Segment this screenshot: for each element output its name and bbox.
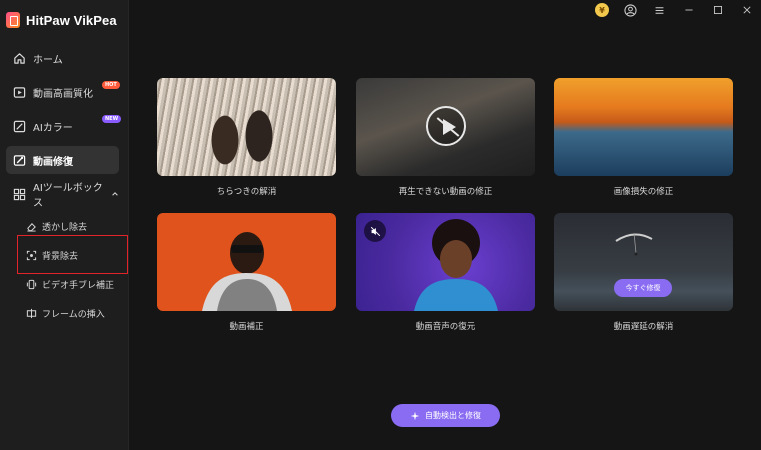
minimize-icon	[685, 9, 693, 11]
card-image-loss-fix[interactable]: 画像損失の修正	[554, 78, 733, 197]
fix-now-button[interactable]: 今すぐ修復	[614, 279, 672, 297]
sparkle-icon	[410, 411, 420, 420]
sidebar-item-video-repair[interactable]: 動画修復	[6, 146, 119, 174]
minimize-button[interactable]	[682, 3, 696, 17]
sidebar-item-home[interactable]: ホーム	[6, 44, 119, 72]
sidebar-item-label: AIツールボックス	[33, 183, 103, 209]
user-icon	[623, 3, 637, 17]
card-thumbnail	[356, 213, 535, 311]
chevron-up-icon	[112, 192, 118, 196]
maximize-button[interactable]	[711, 3, 725, 17]
card-thumbnail	[157, 78, 336, 176]
sidebar-subitem-label: ビデオ手ブレ補正	[42, 280, 115, 291]
sidebar-item-video-enhance[interactable]: 動画高画質化 HOT	[6, 78, 120, 106]
video-repair-icon	[13, 154, 26, 166]
coin-icon[interactable]: ¥	[595, 3, 609, 17]
menu-icon	[655, 6, 663, 14]
card-video-correction[interactable]: 動画補正	[157, 213, 336, 332]
card-thumbnail	[554, 78, 733, 176]
ai-toolbox-icon	[13, 188, 26, 200]
sidebar-item-label: ホーム	[33, 54, 63, 66]
card-thumbnail	[356, 78, 535, 176]
card-label: 動画音声の復元	[415, 322, 476, 332]
ai-color-icon	[13, 120, 26, 132]
card-flicker-removal[interactable]: ちらつきの解消	[157, 78, 336, 197]
sidebar-subitem-watermark-remove[interactable]: 透かし除去	[26, 215, 87, 237]
hot-badge: HOT	[102, 81, 120, 89]
close-icon	[743, 6, 751, 14]
mute-icon	[364, 220, 386, 242]
sidebar-subitem-label: フレームの挿入	[42, 309, 105, 320]
app-logo-icon	[6, 12, 20, 28]
card-video-lag-fix[interactable]: 今すぐ修復 動画遅延の解消	[554, 213, 733, 332]
frame-insert-icon	[26, 308, 37, 318]
card-label: ちらつきの解消	[216, 187, 277, 197]
close-button[interactable]	[740, 3, 754, 17]
new-badge: NEW	[102, 115, 122, 123]
stabilize-icon	[26, 279, 37, 289]
app-name: HitPaw VikPea	[26, 12, 117, 28]
brand: HitPaw VikPea	[6, 10, 117, 30]
card-thumbnail	[157, 213, 336, 311]
sidebar-item-ai-color[interactable]: AIカラー NEW	[6, 112, 122, 140]
sidebar-item-label: 動画高画質化	[33, 88, 93, 100]
card-label: 再生できない動画の修正	[398, 187, 493, 197]
highlight-box	[17, 235, 128, 274]
card-label: 動画遅延の解消	[613, 322, 674, 332]
sidebar-item-label: 動画修復	[33, 156, 73, 168]
sidebar: HitPaw VikPea ホーム 動画高画質化 HOT AIカラー NEW 動…	[0, 0, 129, 450]
card-audio-restore[interactable]: 動画音声の復元	[356, 213, 535, 332]
auto-detect-repair-label: 自動検出と修復	[425, 411, 481, 420]
sidebar-item-label: AIカラー	[33, 122, 73, 134]
coin-symbol: ¥	[599, 5, 605, 15]
person-illustration	[202, 232, 292, 311]
card-unplayable-video-fix[interactable]: 再生できない動画の修正	[356, 78, 535, 197]
card-thumbnail: 今すぐ修復	[554, 213, 733, 311]
sidebar-item-ai-toolbox[interactable]: AIツールボックス	[6, 180, 119, 209]
account-icon[interactable]	[623, 3, 637, 17]
maximize-icon	[714, 6, 722, 14]
card-label: 画像損失の修正	[613, 187, 674, 197]
card-label: 動画補正	[229, 322, 264, 332]
menu-button[interactable]	[652, 3, 666, 17]
home-icon	[14, 52, 25, 64]
sidebar-subitem-stabilize[interactable]: ビデオ手ブレ補正	[26, 273, 114, 295]
sidebar-subitem-frame-insert[interactable]: フレームの挿入	[26, 302, 105, 324]
sidebar-subitem-label: 透かし除去	[42, 222, 88, 233]
play-blocked-icon	[426, 106, 466, 146]
eraser-icon	[27, 222, 36, 232]
video-enhance-icon	[13, 86, 26, 98]
auto-detect-repair-button[interactable]: 自動検出と修復	[391, 404, 500, 427]
